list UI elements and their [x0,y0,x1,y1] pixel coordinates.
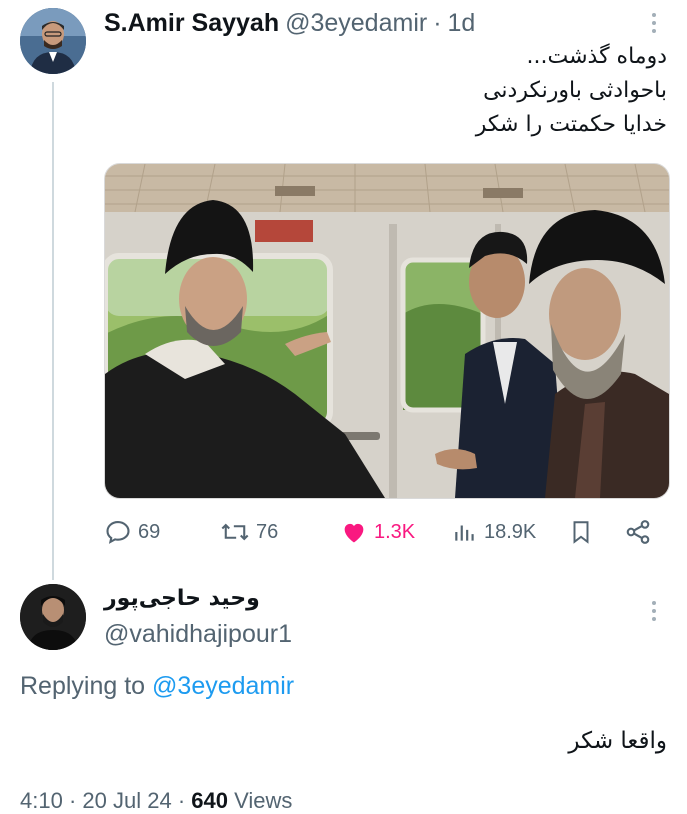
replying-to-mention[interactable]: @3eyedamir [152,672,294,700]
tweet-time[interactable]: 1d [448,9,476,38]
reply-views-count: 640 [191,788,228,813]
tweet-text-line: خدایا حکمتت را شکر [475,112,667,137]
tweet-media-photo[interactable] [104,163,670,499]
helicopter-cabin-photo [105,164,669,498]
reply-icon [106,521,130,544]
reply-count: 69 [138,520,161,543]
views-button[interactable]: 18.9K [452,512,536,552]
more-icon[interactable] [644,8,664,38]
retweet-count: 76 [256,520,279,543]
reply-text: واقعا شکر [568,728,667,754]
share-icon [626,520,650,544]
views-icon [455,525,474,541]
author-name[interactable]: S.Amir Sayyah [104,9,279,38]
replying-to-line: Replying to @3eyedamir [20,672,294,701]
reply-views-label: Views [234,788,293,813]
bookmark-button[interactable] [568,512,594,552]
reply-time[interactable]: 4:10 [20,788,63,813]
views-count: 18.9K [484,520,537,543]
reply-button[interactable]: 69 [104,512,160,552]
reply-author-avatar[interactable] [20,584,86,650]
like-button[interactable]: 1.3K [340,512,415,552]
thread-connector-line [52,82,54,580]
avatar-image [20,584,86,650]
like-count: 1.3K [374,520,416,543]
separator-dot: · [433,8,442,37]
reply-author-handle[interactable]: @vahidhajipour1 [104,620,292,649]
tweet-header: S.Amir Sayyah @3eyedamir · 1d [104,8,475,38]
reply-author-name[interactable]: وحید حاجی‌پور [104,586,260,611]
bookmark-icon [573,521,589,544]
tweet-text-line: دوماه گذشت... [526,44,667,69]
share-button[interactable] [624,512,652,552]
retweet-button[interactable]: 76 [220,512,278,552]
heart-icon [344,523,364,543]
replying-to-label: Replying to [20,672,146,700]
author-avatar[interactable] [20,8,86,74]
separator-dot: · [68,788,77,813]
author-handle[interactable]: @3eyedamir [285,9,427,38]
reply-meta: 4:10 · 20 Jul 24 · 640 Views [20,788,292,814]
tweet-actions-bar: 69 76 1.3K 18.9K [104,512,668,552]
separator-dot: · [177,788,186,813]
tweet-text: دوماه گذشت... باحوادثی باورنکردنی خدایا … [107,40,667,142]
retweet-icon [221,523,249,541]
avatar-image [20,8,86,74]
more-icon[interactable] [644,596,664,626]
tweet-text-line: باحوادثی باورنکردنی [483,78,667,103]
reply-date[interactable]: 20 Jul 24 [82,788,171,813]
